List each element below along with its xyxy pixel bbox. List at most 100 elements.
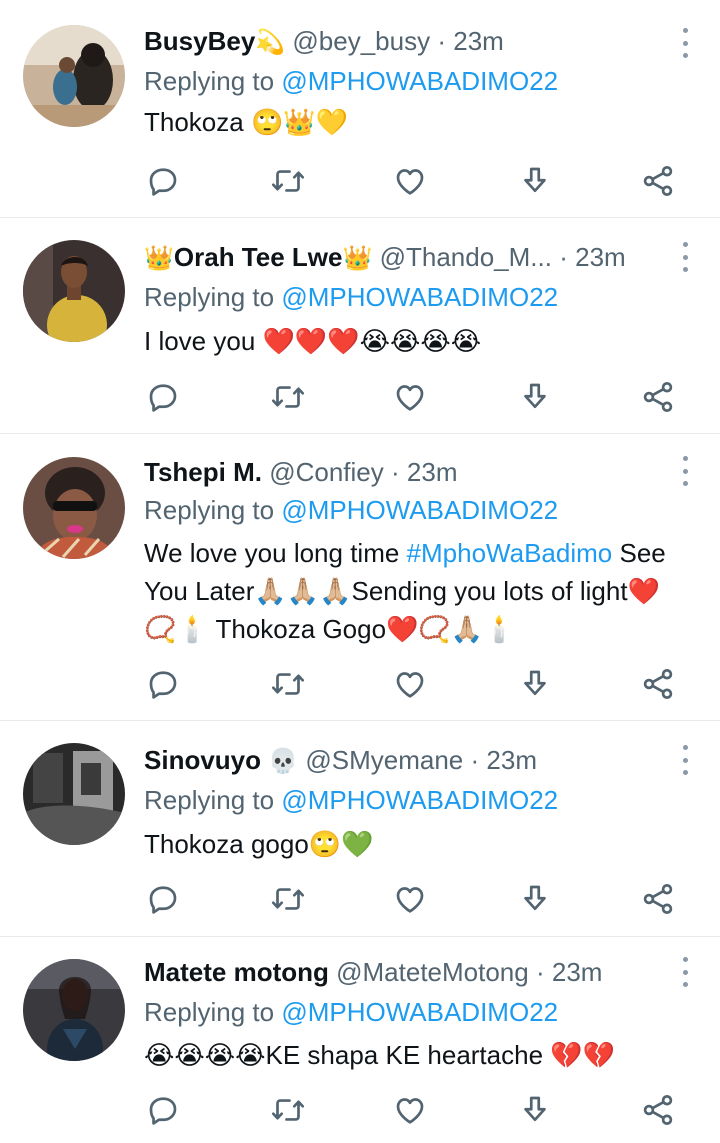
tweet-text: I love you ❤️❤️❤️😭😭😭😭 — [144, 326, 482, 356]
replying-to: Replying to @MPHOWABADIMO22 — [144, 995, 700, 1029]
tweet-card[interactable]: BusyBey💫 @bey_busy · 23m Replying to @MP… — [0, 0, 720, 218]
name-emoji: 💫 — [255, 28, 286, 56]
tweet-card[interactable]: Sinovuyo 💀 @SMyemane · 23m Replying to @… — [0, 721, 720, 937]
separator: · — [470, 745, 480, 775]
avatar[interactable] — [23, 743, 125, 845]
tweet-card[interactable]: 👑Orah Tee Lwe👑 @Thando_M... · 23m Replyi… — [0, 218, 720, 434]
like-button[interactable] — [392, 163, 428, 199]
share-button[interactable] — [640, 379, 676, 415]
mention-link[interactable]: @MPHOWABADIMO22 — [281, 495, 558, 525]
share-icon — [643, 166, 673, 196]
share-icon — [643, 382, 673, 412]
share-button[interactable] — [640, 666, 676, 702]
retweet-button[interactable] — [270, 666, 306, 702]
tweet-card[interactable]: Matete motong @MateteMotong · 23m Replyi… — [0, 937, 720, 1143]
retweet-button[interactable] — [270, 379, 306, 415]
retweet-icon — [271, 1099, 305, 1121]
heart-icon — [396, 385, 424, 411]
share-icon — [643, 669, 673, 699]
separator: · — [559, 242, 568, 272]
display-name[interactable]: Tshepi M. — [144, 457, 262, 487]
tweet-text: Thokoza gogo🙄💚 — [144, 829, 374, 859]
tweet-card[interactable]: Tshepi M. @Confiey · 23m Replying to @MP… — [0, 434, 720, 721]
avatar-image — [23, 959, 125, 1061]
avatar-image — [23, 240, 125, 342]
reply-button[interactable] — [145, 1092, 181, 1128]
avatar[interactable] — [23, 457, 125, 559]
tweet-text-part: We love you long time — [144, 538, 407, 568]
reply-button[interactable] — [145, 163, 181, 199]
avatar[interactable] — [23, 240, 125, 342]
action-bar — [0, 666, 720, 706]
user-handle[interactable]: @bey_busy — [292, 26, 430, 56]
retweet-button[interactable] — [270, 1092, 306, 1128]
download-icon — [524, 1096, 546, 1122]
more-options-icon[interactable] — [680, 242, 690, 272]
share-button[interactable] — [640, 1092, 676, 1128]
timestamp[interactable]: 23m — [552, 957, 603, 987]
replying-label: Replying to — [144, 495, 275, 525]
timestamp[interactable]: 23m — [407, 457, 458, 487]
user-handle[interactable]: @MateteMotong — [336, 957, 529, 987]
display-name[interactable]: BusyBey — [144, 26, 255, 56]
tweet-header: Tshepi M. @Confiey · 23m — [144, 455, 660, 489]
display-name[interactable]: Matete motong — [144, 957, 329, 987]
download-button[interactable] — [517, 881, 553, 917]
more-options-icon[interactable] — [680, 957, 690, 987]
name-emoji: 👑 — [144, 244, 174, 272]
mention-link[interactable]: @MPHOWABADIMO22 — [281, 997, 558, 1027]
like-button[interactable] — [392, 379, 428, 415]
display-name[interactable]: Orah Tee Lwe — [174, 242, 343, 272]
mention-link[interactable]: @MPHOWABADIMO22 — [281, 66, 558, 96]
replying-to: Replying to @MPHOWABADIMO22 — [144, 280, 700, 314]
download-icon — [524, 167, 546, 193]
retweet-button[interactable] — [270, 163, 306, 199]
share-icon — [643, 1095, 673, 1125]
retweet-icon — [271, 386, 305, 408]
more-options-icon[interactable] — [680, 28, 690, 58]
more-options-icon[interactable] — [680, 456, 690, 486]
action-bar — [0, 163, 720, 203]
user-handle[interactable]: @Confiey — [269, 457, 384, 487]
heart-icon — [396, 169, 424, 195]
reply-button[interactable] — [145, 881, 181, 917]
replying-label: Replying to — [144, 997, 275, 1027]
replying-label: Replying to — [144, 785, 275, 815]
share-button[interactable] — [640, 163, 676, 199]
reply-icon — [149, 886, 177, 914]
reply-button[interactable] — [145, 379, 181, 415]
timestamp[interactable]: 23m — [453, 26, 504, 56]
hashtag-link[interactable]: #MphoWaBadimo — [407, 538, 613, 568]
reply-feed: BusyBey💫 @bey_busy · 23m Replying to @MP… — [0, 0, 720, 1143]
download-button[interactable] — [517, 163, 553, 199]
separator: · — [535, 957, 545, 987]
mention-link[interactable]: @MPHOWABADIMO22 — [281, 282, 558, 312]
download-icon — [524, 383, 546, 409]
user-handle[interactable]: @SMyemane — [305, 745, 463, 775]
download-button[interactable] — [517, 1092, 553, 1128]
like-button[interactable] — [392, 881, 428, 917]
download-icon — [524, 670, 546, 696]
retweet-icon — [271, 673, 305, 695]
retweet-button[interactable] — [270, 881, 306, 917]
avatar-image — [23, 743, 125, 845]
avatar[interactable] — [23, 959, 125, 1061]
display-name[interactable]: Sinovuyo — [144, 745, 261, 775]
tweet-header: BusyBey💫 @bey_busy · 23m — [144, 24, 660, 59]
action-bar — [0, 1092, 720, 1132]
reply-button[interactable] — [145, 666, 181, 702]
like-button[interactable] — [392, 1092, 428, 1128]
user-handle[interactable]: @Thando_M... — [380, 242, 552, 272]
mention-link[interactable]: @MPHOWABADIMO22 — [281, 785, 558, 815]
avatar-image — [23, 457, 125, 559]
name-emoji: 💀 — [268, 747, 299, 775]
timestamp[interactable]: 23m — [575, 242, 626, 272]
share-button[interactable] — [640, 881, 676, 917]
more-options-icon[interactable] — [680, 745, 690, 775]
timestamp[interactable]: 23m — [486, 745, 537, 775]
reply-icon — [149, 384, 177, 412]
like-button[interactable] — [392, 666, 428, 702]
download-button[interactable] — [517, 379, 553, 415]
download-button[interactable] — [517, 666, 553, 702]
avatar[interactable] — [23, 25, 125, 127]
